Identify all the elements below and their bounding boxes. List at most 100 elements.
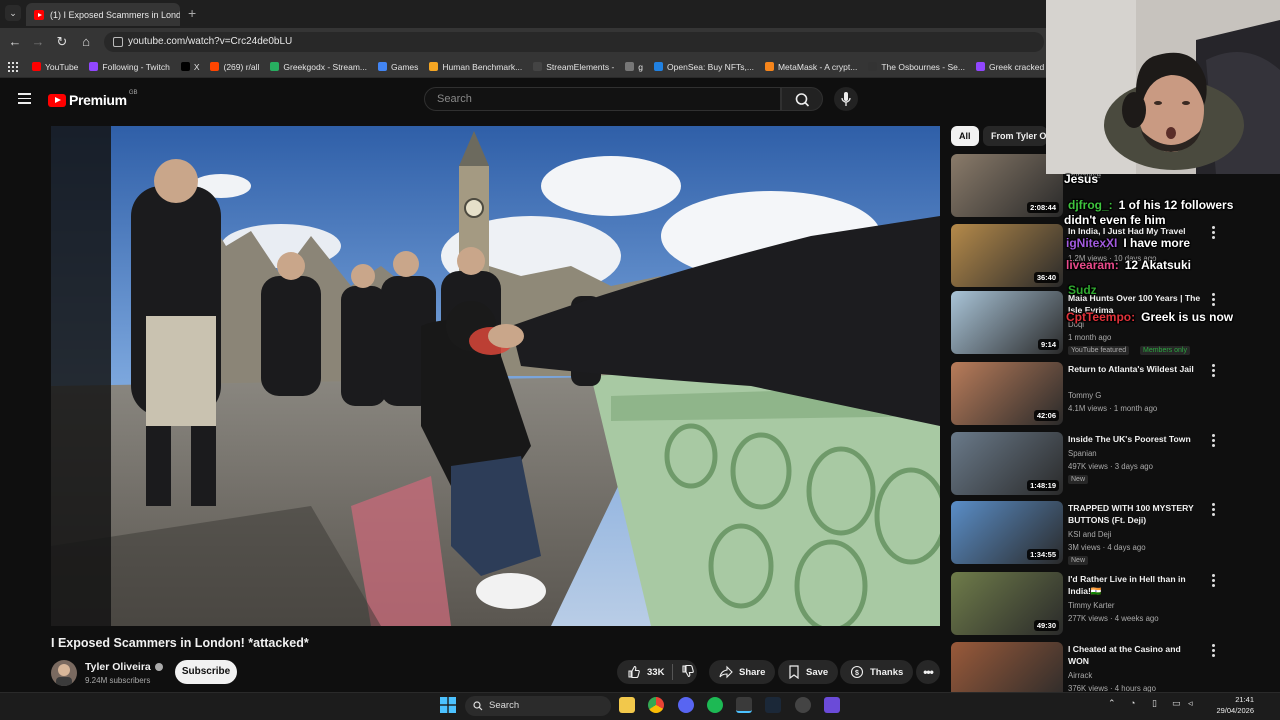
bookmark-item[interactable]: The Osbournes - Se... bbox=[868, 62, 965, 72]
video-frame bbox=[51, 126, 940, 626]
more-actions-button[interactable]: ••• bbox=[916, 660, 940, 684]
system-clock[interactable]: 21:41 29/04/2026 bbox=[1200, 694, 1254, 716]
bookmark-item[interactable]: Human Benchmark... bbox=[429, 62, 522, 72]
subscribe-button[interactable]: Subscribe bbox=[175, 660, 237, 684]
chip-all[interactable]: All bbox=[951, 126, 979, 146]
recommended-video-title[interactable]: Return to Atlanta's Wildest Jail bbox=[1068, 363, 1202, 375]
recommended-channel-name[interactable]: Spanian bbox=[1068, 449, 1097, 458]
thumbs-down-icon bbox=[682, 664, 695, 677]
like-dislike-group: 33K bbox=[617, 660, 697, 684]
recommended-video-meta: 277K views · 4 weeks ago bbox=[1068, 614, 1159, 623]
channel-name[interactable]: Tyler Oliveira bbox=[85, 661, 163, 673]
network-icon[interactable]: ◔ bbox=[1130, 698, 1135, 708]
bookmark-item[interactable]: OpenSea: Buy NFTs,... bbox=[654, 62, 754, 72]
obs-icon[interactable] bbox=[736, 697, 752, 713]
recommended-video-title[interactable]: TRAPPED WITH 100 MYSTERY BUTTONS (Ft. De… bbox=[1068, 502, 1202, 526]
recommended-channel-name[interactable]: KSI and Deji bbox=[1068, 530, 1111, 539]
settings-gear-icon[interactable] bbox=[795, 697, 811, 713]
bookmark-favicon-icon bbox=[625, 62, 635, 71]
bookmark-item[interactable]: MetaMask - A crypt... bbox=[764, 62, 857, 72]
forward-arrow-icon[interactable]: → bbox=[30, 34, 46, 49]
more-vertical-icon[interactable] bbox=[1212, 644, 1215, 659]
menu-icon[interactable] bbox=[18, 93, 31, 104]
microphone-tray-icon[interactable]: ▯ bbox=[1152, 698, 1157, 709]
dislike-button[interactable] bbox=[681, 664, 695, 681]
video-player[interactable] bbox=[51, 126, 940, 626]
bookmark-item[interactable]: X bbox=[180, 62, 199, 72]
bookmark-item[interactable]: YouTube bbox=[32, 62, 78, 72]
video-duration: 1:34:55 bbox=[1027, 549, 1059, 560]
steam-icon[interactable] bbox=[765, 697, 781, 713]
app-grid-icon[interactable] bbox=[824, 697, 840, 713]
recommended-channel-name[interactable]: Timmy Karter bbox=[1068, 601, 1115, 610]
new-tab-button[interactable]: + bbox=[188, 5, 196, 21]
members-only-badge: Members only bbox=[1140, 346, 1190, 355]
show-hidden-icons-chevron-icon[interactable]: ⌃ bbox=[1108, 698, 1116, 709]
spotify-icon[interactable] bbox=[707, 697, 723, 713]
channel-avatar[interactable] bbox=[51, 660, 77, 686]
recommended-video[interactable]: 1:34:55 TRAPPED WITH 100 MYSTERY BUTTONS … bbox=[951, 501, 1221, 565]
bookmark-item[interactable]: Following - Twitch bbox=[89, 62, 170, 72]
site-info-icon[interactable] bbox=[113, 37, 123, 47]
recommended-video-badge: New bbox=[1068, 475, 1089, 484]
chrome-icon[interactable] bbox=[648, 697, 664, 713]
recommended-video[interactable]: 42:06 Return to Atlanta's Wildest Jail Tom… bbox=[951, 362, 1221, 426]
thanks-button[interactable]: $ Thanks bbox=[840, 660, 914, 684]
bookmark-item[interactable]: Greekgodx - Stream... bbox=[270, 62, 367, 72]
more-vertical-icon[interactable] bbox=[1212, 574, 1215, 589]
bookmark-item[interactable]: StreamElements - bbox=[533, 62, 614, 72]
recommended-channel-name[interactable]: Tommy G bbox=[1068, 391, 1101, 400]
video-thumbnail[interactable]: 42:06 bbox=[951, 362, 1063, 425]
bookmark-favicon-icon bbox=[210, 62, 220, 71]
more-vertical-icon[interactable] bbox=[1212, 364, 1215, 379]
more-vertical-icon[interactable] bbox=[1212, 293, 1215, 308]
recommended-video[interactable]: 1:48:19 Inside The UK's Poorest Town Spani… bbox=[951, 432, 1221, 496]
more-vertical-icon[interactable] bbox=[1212, 226, 1215, 241]
voice-search-button[interactable] bbox=[834, 87, 858, 111]
more-vertical-icon[interactable] bbox=[1212, 503, 1215, 518]
bookmark-item[interactable]: Games bbox=[378, 62, 418, 72]
bookmark-item[interactable]: g bbox=[625, 62, 643, 72]
recommended-video[interactable]: 36:40 In India, I Just Had My Travel Drew … bbox=[951, 224, 1221, 288]
reload-icon[interactable]: ↻ bbox=[54, 34, 70, 50]
wifi-icon[interactable]: ▭ bbox=[1172, 698, 1181, 709]
discord-icon[interactable] bbox=[678, 697, 694, 713]
bookmark-item[interactable]: (269) r/all bbox=[210, 62, 259, 72]
windows-start-icon[interactable] bbox=[440, 697, 456, 713]
apps-grid-icon[interactable] bbox=[8, 61, 18, 72]
share-button[interactable]: Share bbox=[709, 660, 776, 684]
video-thumbnail[interactable]: 49:30 bbox=[951, 572, 1063, 635]
youtube-premium-logo[interactable]: Premium GB bbox=[48, 90, 137, 108]
recommended-video-title[interactable]: I Cheated at the Casino and WON bbox=[1068, 643, 1202, 667]
recommended-video[interactable]: 49:30 I'd Rather Live in Hell than in Ind… bbox=[951, 572, 1221, 636]
recommended-video-title[interactable]: I'd Rather Live in Hell than in India!🇮🇳 bbox=[1068, 573, 1202, 597]
back-arrow-icon[interactable]: ← bbox=[7, 34, 23, 49]
file-explorer-icon[interactable] bbox=[619, 697, 635, 713]
save-button[interactable]: Save bbox=[778, 660, 839, 684]
search-icon bbox=[795, 93, 810, 107]
clock-date: 29/04/2026 bbox=[1216, 706, 1254, 715]
bookmark-favicon-icon bbox=[429, 62, 439, 71]
video-thumbnail[interactable]: 36:40 bbox=[951, 224, 1063, 287]
address-bar[interactable]: youtube.com/watch?v=Crc24de0bLU bbox=[104, 32, 1044, 52]
taskbar-search[interactable]: Search bbox=[465, 696, 611, 716]
home-icon[interactable]: ⌂ bbox=[78, 34, 94, 49]
channel-name-text: Tyler Oliveira bbox=[85, 661, 151, 673]
chat-message: djfrog_: 1 of his 12 followers bbox=[1068, 198, 1233, 212]
search-button[interactable] bbox=[781, 87, 823, 111]
tab-list-button[interactable]: ⌄ bbox=[5, 5, 21, 21]
verified-icon bbox=[154, 663, 163, 671]
more-vertical-icon[interactable] bbox=[1212, 434, 1215, 449]
video-thumbnail[interactable]: 9:14 bbox=[951, 291, 1063, 354]
recommended-channel-name[interactable]: Airrack bbox=[1068, 671, 1092, 680]
browser-tab-active[interactable]: (1) I Exposed Scammers in London ✕ bbox=[26, 3, 180, 26]
video-thumbnail[interactable]: 1:48:19 bbox=[951, 432, 1063, 495]
chat-text: Greek is us now bbox=[1141, 310, 1234, 324]
search-input[interactable]: Search bbox=[424, 87, 781, 111]
recommended-video-title[interactable]: Inside The UK's Poorest Town bbox=[1068, 433, 1202, 445]
like-count: 33K bbox=[647, 666, 665, 678]
chip-from-channel[interactable]: From Tyler Ol bbox=[983, 126, 1047, 146]
volume-icon[interactable]: ◃ bbox=[1188, 698, 1193, 709]
like-button[interactable]: 33K bbox=[627, 665, 664, 679]
video-thumbnail[interactable]: 1:34:55 bbox=[951, 501, 1063, 564]
